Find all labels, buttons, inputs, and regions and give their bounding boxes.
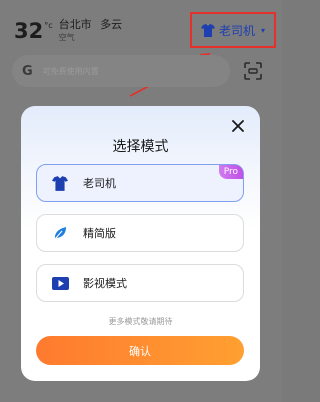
- dialog-title: 选择模式: [112, 139, 169, 155]
- city-name: 台北市: [58, 18, 92, 31]
- leaf-icon: [51, 224, 69, 242]
- pro-badge: Pro: [218, 165, 243, 179]
- weather-condition: 多云: [100, 18, 123, 31]
- temperature-unit: °c: [44, 21, 53, 30]
- chevron-down-icon: ▾: [261, 25, 266, 35]
- option-label: 老司机: [83, 177, 116, 190]
- option-label: 影视模式: [83, 277, 127, 290]
- option-yingshi[interactable]: 影视模式: [36, 264, 244, 302]
- close-icon[interactable]: [231, 119, 245, 133]
- mode-select-dialog: 选择模式 老司机 Pro 精简版 影视模式 更多模式敬请期待 确认: [21, 106, 260, 381]
- google-logo-icon: G: [22, 63, 33, 79]
- play-icon: [51, 274, 69, 292]
- weather-location-line: 台北市 多云: [59, 18, 123, 32]
- cape-shirt-icon: [200, 23, 215, 37]
- option-jingjian[interactable]: 精简版: [36, 214, 244, 252]
- search-placeholder: 可免费使用内置: [42, 66, 99, 76]
- cape-shirt-icon: [51, 174, 69, 192]
- option-label: 精简版: [83, 227, 116, 240]
- temperature: 32: [14, 19, 44, 43]
- weather-text: 台北市 多云 空气: [59, 18, 123, 43]
- confirm-button[interactable]: 确认: [36, 336, 244, 365]
- weather-widget[interactable]: 32 °c 台北市 多云 空气: [14, 18, 122, 44]
- option-laosiji[interactable]: 老司机 Pro: [36, 164, 244, 202]
- mode-switch-button[interactable]: 老司机 ▾: [190, 12, 276, 48]
- mode-switch-label: 老司机: [218, 23, 255, 38]
- scan-icon[interactable]: [244, 62, 262, 80]
- search-bar[interactable]: G 可免费使用内置: [12, 55, 230, 87]
- more-modes-hint: 更多模式敬请期待: [108, 317, 173, 326]
- air-quality-label: 空气: [58, 33, 75, 42]
